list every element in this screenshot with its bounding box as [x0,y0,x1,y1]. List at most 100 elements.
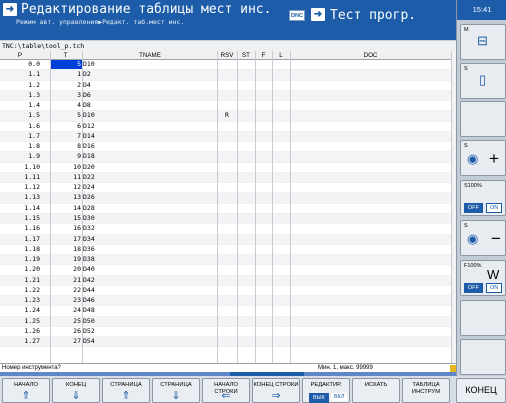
table-row[interactable]: 1.13 13 D26 [0,193,456,204]
cell-st[interactable] [237,111,255,120]
cell-f[interactable] [255,70,272,79]
table-row[interactable]: 1.9 9 D18 [0,152,456,163]
cell-st[interactable] [237,235,255,244]
cell-l[interactable] [272,255,290,264]
cell-rsv[interactable] [217,317,237,326]
cell-tname[interactable]: D8 [82,101,217,110]
softkey-8[interactable]: ИСКАТЬ [352,378,400,403]
table-row[interactable]: 1.22 22 D44 [0,286,456,297]
cell-st[interactable] [237,142,255,151]
cell-l[interactable] [272,306,290,315]
softkey-4[interactable]: СТРАНИЦА ⇓ [152,378,200,403]
cell-t[interactable]: 9 [50,152,82,161]
cell-p[interactable]: 1.1 [0,70,50,79]
cell-t[interactable]: 26 [50,327,82,336]
cell-p[interactable]: 1.13 [0,193,50,202]
cell-f[interactable] [255,60,272,69]
cell-rsv[interactable] [217,122,237,131]
cell-f[interactable] [255,81,272,90]
cell-doc[interactable] [290,163,451,172]
cell-tname[interactable]: D42 [82,276,217,285]
cell-l[interactable] [272,163,290,172]
blank-softkey-3[interactable] [460,339,506,375]
cell-doc[interactable] [290,296,451,305]
cell-st[interactable] [237,245,255,254]
cell-doc[interactable] [290,337,451,346]
cell-l[interactable] [272,224,290,233]
cell-f[interactable] [255,337,272,346]
cell-p[interactable]: 1.15 [0,214,50,223]
cell-f[interactable] [255,132,272,141]
cell-rsv[interactable] [217,306,237,315]
cell-t[interactable]: 27 [50,337,82,346]
cell-t[interactable]: 11 [50,173,82,182]
cell-doc[interactable] [290,152,451,161]
cell-t[interactable]: 15 [50,214,82,223]
cell-rsv[interactable]: R [217,111,237,120]
cell-tname[interactable]: D10 [82,60,217,69]
cell-rsv[interactable] [217,173,237,182]
cell-rsv[interactable] [217,101,237,110]
cell-st[interactable] [237,255,255,264]
table-row[interactable]: 1.12 12 D24 [0,183,456,194]
cell-l[interactable] [272,101,290,110]
cell-f[interactable] [255,306,272,315]
cell-p[interactable]: 1.23 [0,296,50,305]
table-row[interactable]: 1.14 14 D28 [0,204,456,214]
cell-rsv[interactable] [217,81,237,90]
cell-p[interactable]: 1.5 [0,111,50,120]
softkey-7[interactable]: РЕДАКТИР. ВЫК ВКЛ [302,378,350,403]
table-row[interactable]: 1.7 7 D14 [0,131,456,143]
cell-l[interactable] [272,60,290,69]
cell-l[interactable] [272,132,290,141]
table-row[interactable]: 1.21 21 D42 [0,275,456,286]
cell-l[interactable] [272,81,290,90]
end-key[interactable]: КОНЕЦ [456,378,506,403]
cell-f[interactable] [255,173,272,182]
cell-t[interactable]: 7 [50,132,82,141]
cell-st[interactable] [237,60,255,69]
cell-p[interactable]: 1.27 [0,337,50,346]
cell-st[interactable] [237,204,255,213]
softkey-6[interactable]: КОНЕЦ СТРОКИ ⇒ [252,378,300,403]
cell-rsv[interactable] [217,235,237,244]
table-row[interactable]: 1.3 3 D6 [0,90,456,102]
table-row[interactable]: 1.17 17 D34 [0,234,456,245]
cell-p[interactable]: 1.14 [0,204,50,213]
cell-tname[interactable]: D4 [82,81,217,90]
cell-tname[interactable]: D38 [82,255,217,264]
spindle-plus-key[interactable]: S ◉ + [460,140,506,176]
table-row[interactable]: 1.20 20 D40 [0,265,456,276]
cell-tname[interactable]: D50 [82,317,217,326]
cell-doc[interactable] [290,224,451,233]
cell-doc[interactable] [290,245,451,254]
cell-st[interactable] [237,265,255,274]
cell-p[interactable]: 1.20 [0,265,50,274]
table-row[interactable]: 1.23 23 D46 [0,296,456,307]
table-row[interactable]: 1.10 10 D20 [0,163,456,173]
cell-tname[interactable]: D54 [82,337,217,346]
cell-doc[interactable] [290,327,451,336]
cell-f[interactable] [255,265,272,274]
cell-p[interactable]: 1.19 [0,255,50,264]
cell-l[interactable] [272,152,290,161]
cell-t[interactable]: 19 [50,255,82,264]
table-row[interactable]: 1.11 11 D22 [0,172,456,184]
cell-f[interactable] [255,183,272,192]
cell-st[interactable] [237,101,255,110]
cell-l[interactable] [272,142,290,151]
cell-f[interactable] [255,224,272,233]
table-row[interactable]: 1.16 16 D32 [0,224,456,235]
cell-l[interactable] [272,235,290,244]
cell-t[interactable]: 16 [50,224,82,233]
cell-f[interactable] [255,235,272,244]
cell-f[interactable] [255,193,272,202]
cell-t[interactable]: 3 [50,91,82,100]
cell-doc[interactable] [290,235,451,244]
cell-t[interactable]: 20 [50,265,82,274]
cell-f[interactable] [255,276,272,285]
cell-doc[interactable] [290,132,451,141]
cell-tname[interactable]: D16 [82,142,217,151]
cell-doc[interactable] [290,183,451,192]
cell-l[interactable] [272,91,290,100]
